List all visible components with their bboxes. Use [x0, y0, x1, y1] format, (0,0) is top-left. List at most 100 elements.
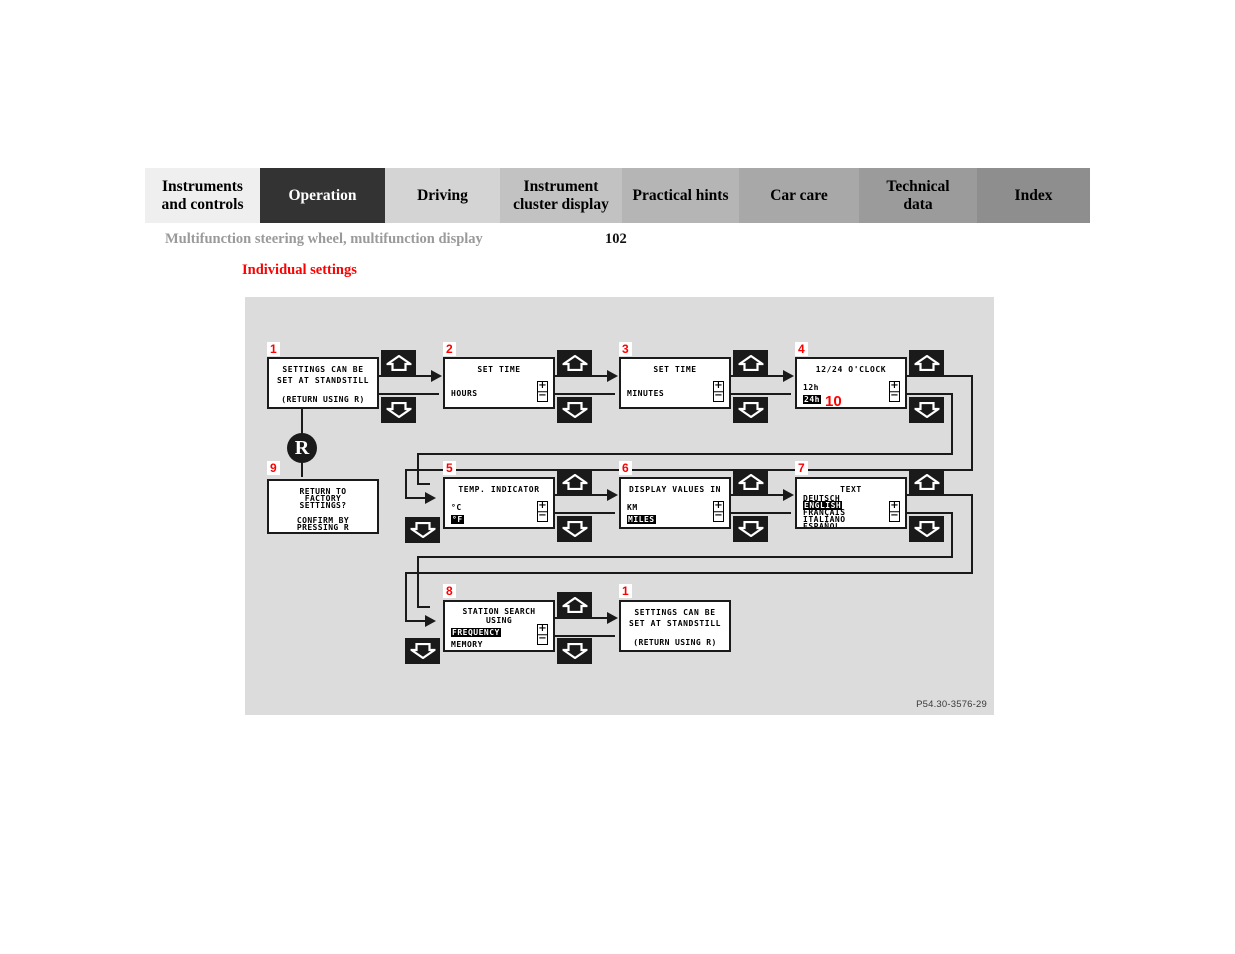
up-button[interactable]	[381, 350, 416, 376]
screen-option[interactable]: MINUTES	[627, 389, 664, 398]
screen-footer: (RETURN USING R)	[281, 395, 365, 404]
up-arrow-icon	[914, 355, 939, 371]
down-button[interactable]	[381, 397, 416, 423]
up-arrow-icon	[386, 355, 411, 371]
loop-line	[405, 469, 973, 471]
down-button[interactable]	[909, 516, 944, 542]
tab-car-care[interactable]: Car care	[739, 168, 859, 223]
step-number-4: 4	[795, 342, 808, 356]
down-button[interactable]	[909, 397, 944, 423]
up-button[interactable]	[557, 469, 592, 495]
tab-index[interactable]: Index	[977, 168, 1090, 223]
up-arrow-icon	[562, 355, 587, 371]
down-arrow-icon	[738, 521, 763, 537]
loop-line	[405, 469, 407, 499]
down-button[interactable]	[557, 397, 592, 423]
up-button[interactable]	[909, 469, 944, 495]
page-title: Individual settings	[242, 262, 357, 278]
up-arrow-icon	[562, 474, 587, 490]
plus-minus-stepper[interactable]: + −	[713, 381, 724, 402]
arrowhead-icon	[425, 615, 436, 627]
plus-minus-stepper[interactable]: + −	[713, 501, 724, 522]
plus-minus-stepper[interactable]: + −	[537, 501, 548, 522]
minus-icon: −	[890, 390, 899, 401]
down-button[interactable]	[733, 397, 768, 423]
arrowhead-icon	[607, 370, 618, 382]
up-arrow-icon	[914, 474, 939, 490]
screen-option-selected[interactable]: °F	[451, 515, 464, 524]
screen-display-values-in: DISPLAY VALUES IN KM MILES + −	[619, 477, 731, 529]
screen-option[interactable]: °C	[451, 503, 462, 512]
tab-instrument-cluster-display[interactable]: Instrument cluster display	[500, 168, 622, 223]
up-button[interactable]	[557, 592, 592, 618]
minus-icon: −	[538, 633, 547, 644]
page-number: 102	[605, 231, 627, 247]
tab-label-line: and controls	[161, 195, 244, 213]
tab-label-line: Driving	[417, 186, 468, 204]
down-button[interactable]	[733, 516, 768, 542]
tab-label-line: data	[903, 195, 933, 213]
loop-line	[417, 453, 419, 485]
screen-factory-reset: RETURN TO FACTORY SETTINGS? CONFIRM BY P…	[267, 479, 379, 534]
screen-option[interactable]: HOURS	[451, 389, 478, 398]
screen-title: SET TIME	[653, 365, 697, 374]
step-number-2: 2	[443, 342, 456, 356]
arrowhead-icon	[783, 489, 794, 501]
loop-line	[951, 393, 953, 455]
down-button[interactable]	[557, 638, 592, 664]
tab-driving[interactable]: Driving	[385, 168, 500, 223]
step-number-6: 6	[619, 461, 632, 475]
plus-minus-stepper[interactable]: + −	[537, 624, 548, 645]
screen-title: TEMP. INDICATOR	[458, 485, 540, 494]
up-button[interactable]	[733, 350, 768, 376]
tab-practical-hints[interactable]: Practical hints	[622, 168, 739, 223]
tab-label-line: Operation	[288, 186, 357, 204]
up-button[interactable]	[557, 350, 592, 376]
down-arrow-icon	[914, 521, 939, 537]
arrowhead-icon	[607, 612, 618, 624]
screen-title: 12/24 O'CLOCK	[815, 365, 887, 374]
plus-minus-stepper[interactable]: + −	[889, 501, 900, 522]
screen-option-selected[interactable]: MILES	[627, 515, 656, 524]
plus-minus-stepper[interactable]: + −	[889, 381, 900, 402]
tab-technical-data[interactable]: Technical data	[859, 168, 977, 223]
down-button[interactable]	[405, 638, 440, 664]
screen-title: DISPLAY VALUES IN	[628, 485, 722, 494]
screen-clock-format: 12/24 O'CLOCK 12h 24h + −	[795, 357, 907, 409]
down-button[interactable]	[557, 516, 592, 542]
down-arrow-icon	[914, 402, 939, 418]
step-number-9: 9	[267, 461, 280, 475]
step-number-1-return: 1	[619, 584, 632, 598]
loop-line	[417, 556, 419, 608]
screen-option[interactable]: 12h	[803, 383, 819, 392]
up-button[interactable]	[733, 469, 768, 495]
tab-operation[interactable]: Operation	[260, 168, 385, 223]
screen-option-selected[interactable]: 24h	[803, 395, 821, 404]
screen-title-line2: SET AT STANDSTILL	[628, 619, 722, 628]
screen-option-selected[interactable]: FREQUENCY	[451, 628, 501, 637]
figure-caption: P54.30-3576-29	[916, 699, 987, 710]
down-button[interactable]	[405, 517, 440, 543]
screen-option[interactable]: ESPAÑOL	[803, 522, 840, 527]
up-button[interactable]	[909, 350, 944, 376]
down-arrow-icon	[738, 402, 763, 418]
screen-title: SETTINGS CAN BE	[634, 608, 716, 617]
screen-option[interactable]: MEMORY	[451, 640, 483, 649]
screen-title: STATION SEARCH	[462, 607, 536, 616]
tab-instruments-and-controls[interactable]: Instruments and controls	[145, 168, 260, 223]
down-arrow-icon	[562, 643, 587, 659]
up-arrow-icon	[738, 474, 763, 490]
screen-option[interactable]: KM	[627, 503, 638, 512]
plus-minus-stepper[interactable]: + −	[537, 381, 548, 402]
step-number-1: 1	[267, 342, 280, 356]
loop-line	[417, 606, 430, 608]
step-number-7: 7	[795, 461, 808, 475]
down-arrow-icon	[410, 522, 435, 538]
chapter-tab-bar: Instruments and controls Operation Drivin…	[145, 168, 1090, 223]
screen-footer-line2: PRESSING R	[296, 523, 350, 532]
individual-settings-flow-diagram: 1 SETTINGS CAN BE SET AT STANDSTILL (RET…	[245, 297, 994, 715]
screen-footer: (RETURN USING R)	[633, 638, 717, 647]
screen-set-time-minutes: SET TIME MINUTES + −	[619, 357, 731, 409]
loop-line	[405, 572, 407, 622]
r-button[interactable]: R	[287, 433, 317, 463]
